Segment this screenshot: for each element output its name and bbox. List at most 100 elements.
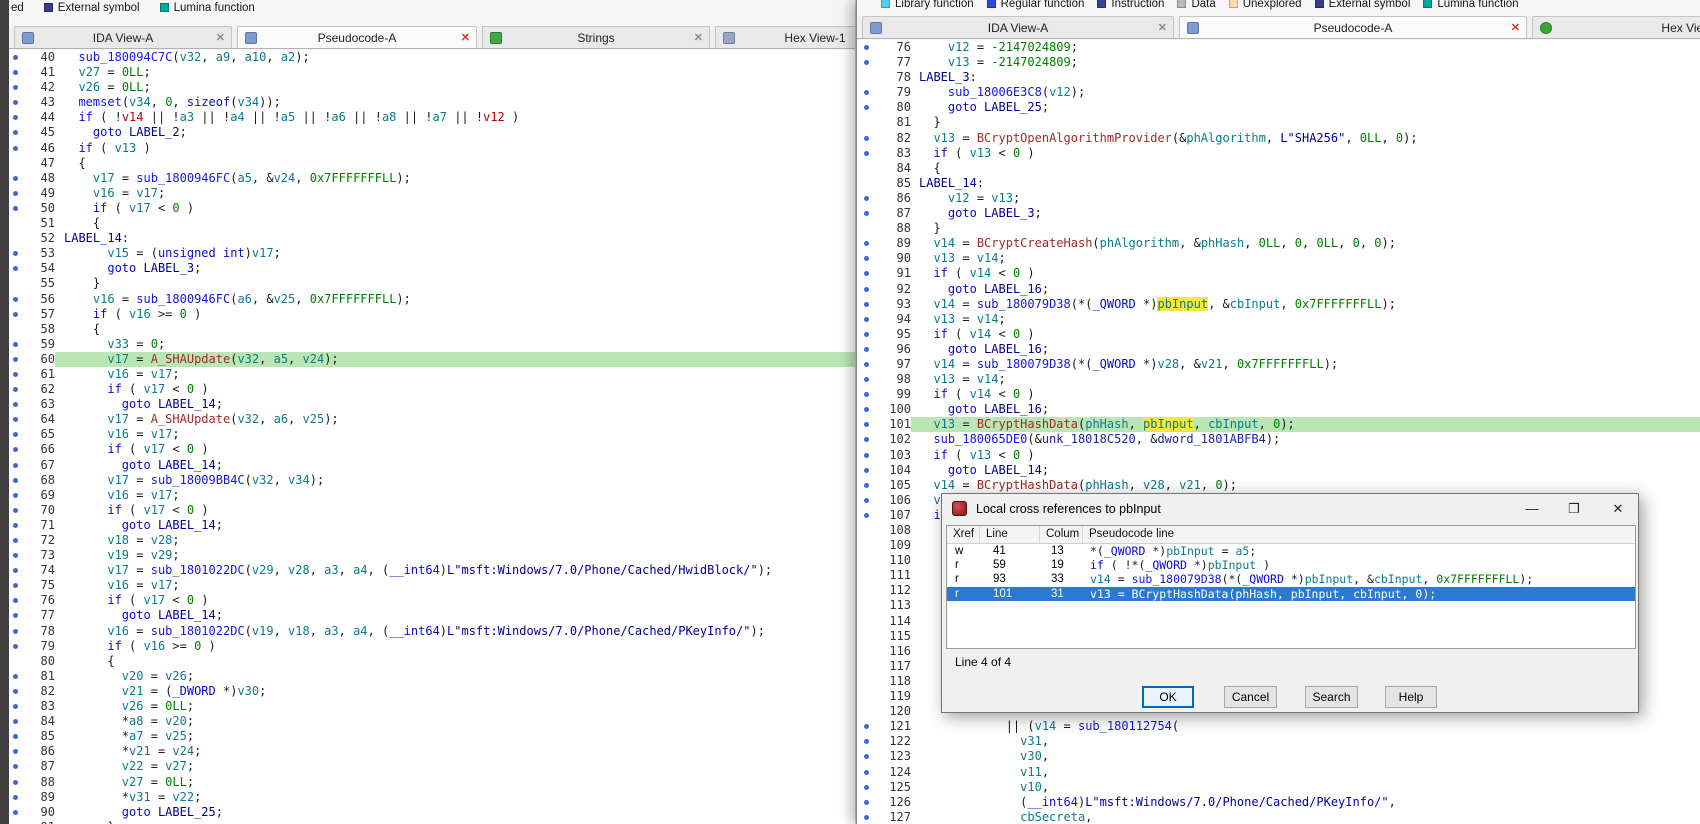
code-line[interactable]: 85LABEL_14:	[857, 176, 1700, 191]
code-line[interactable]: 40 sub_180094C7C(v32, a9, a10, a2);	[9, 50, 855, 65]
code-line[interactable]: 77 v13 = -2147024809;	[857, 55, 1700, 70]
code-line[interactable]: 78 v16 = sub_1801022DC(v19, v18, a3, a4,…	[9, 624, 855, 639]
code-line[interactable]: 63 goto LABEL_14;	[9, 397, 855, 412]
code-line[interactable]: 64 v17 = A_SHAUpdate(v32, a6, v25);	[9, 412, 855, 427]
code-line[interactable]: 47 {	[9, 156, 855, 171]
code-line[interactable]: 105 v14 = BCryptHashData(phHash, v28, v2…	[857, 478, 1700, 493]
search-button[interactable]: Search	[1305, 686, 1358, 708]
code-line[interactable]: 74 v17 = sub_1801022DC(v29, v28, a3, a4,…	[9, 563, 855, 578]
tab-strings[interactable]: Strings✕	[482, 26, 710, 48]
code-line[interactable]: 82 v21 = (_DWORD *)v30;	[9, 684, 855, 699]
code-line[interactable]: 84 {	[857, 161, 1700, 176]
code-line[interactable]: 122 v31,	[857, 734, 1700, 749]
code-line[interactable]: 86 v12 = v13;	[857, 191, 1700, 206]
code-line[interactable]: 87 v22 = v27;	[9, 759, 855, 774]
tab-pseudocode-a[interactable]: Pseudocode-A✕	[1179, 16, 1527, 38]
code-line[interactable]: 43 memset(v34, 0, sizeof(v34));	[9, 95, 855, 110]
ok-button[interactable]: OK	[1142, 686, 1194, 708]
xref-row[interactable]: r9333v14 = sub_180079D38(*(_QWORD *)pbIn…	[947, 572, 1635, 586]
code-line[interactable]: 78LABEL_3:	[857, 70, 1700, 85]
code-line[interactable]: 80 goto LABEL_25;	[857, 100, 1700, 115]
tab-pseudocode-a[interactable]: Pseudocode-A✕	[237, 26, 477, 48]
code-line[interactable]: 91 }	[9, 820, 855, 824]
code-line[interactable]: 101 v13 = BCryptHashData(phHash, pbInput…	[857, 417, 1700, 432]
code-line[interactable]: 104 goto LABEL_14;	[857, 463, 1700, 478]
tab-hex-view-1[interactable]: Hex View-1	[715, 26, 856, 48]
code-line[interactable]: 53 v15 = (unsigned int)v17;	[9, 246, 855, 261]
code-line[interactable]: 98 v13 = v14;	[857, 372, 1700, 387]
code-line[interactable]: 55 }	[9, 276, 855, 291]
code-line[interactable]: 61 v16 = v17;	[9, 367, 855, 382]
code-line[interactable]: 46 if ( v13 )	[9, 141, 855, 156]
tab-close-icon[interactable]: ✕	[694, 27, 703, 48]
code-line[interactable]: 44 if ( !v14 || !a3 || !a4 || !a5 || !a6…	[9, 110, 855, 125]
code-line[interactable]: 96 goto LABEL_16;	[857, 342, 1700, 357]
tab-close-icon[interactable]: ✕	[1511, 17, 1520, 38]
maximize-button[interactable]: ❐	[1557, 494, 1591, 523]
code-line[interactable]: 121 || (v14 = sub_180112754(	[857, 719, 1700, 734]
tab-close-icon[interactable]: ✕	[216, 27, 225, 48]
code-line[interactable]: 49 v16 = v17;	[9, 186, 855, 201]
code-line[interactable]: 80 {	[9, 654, 855, 669]
code-line[interactable]: 62 if ( v17 < 0 )	[9, 382, 855, 397]
code-line[interactable]: 87 goto LABEL_3;	[857, 206, 1700, 221]
code-line[interactable]: 45 goto LABEL_2;	[9, 125, 855, 140]
code-line[interactable]: 84 *a8 = v20;	[9, 714, 855, 729]
close-icon[interactable]: ✕	[1601, 494, 1635, 523]
code-line[interactable]: 73 v19 = v29;	[9, 548, 855, 563]
code-line[interactable]: 82 v13 = BCryptOpenAlgorithmProvider(&ph…	[857, 131, 1700, 146]
code-line[interactable]: 58 {	[9, 322, 855, 337]
code-line[interactable]: 56 v16 = sub_1800946FC(a6, &v25, 0x7FFFF…	[9, 292, 855, 307]
code-line[interactable]: 81 v20 = v26;	[9, 669, 855, 684]
code-line[interactable]: 125 v10,	[857, 780, 1700, 795]
code-line[interactable]: 66 if ( v17 < 0 )	[9, 442, 855, 457]
code-line[interactable]: 70 if ( v17 < 0 )	[9, 503, 855, 518]
xref-row[interactable]: w4113*(_QWORD *)pbInput = a5;	[947, 544, 1635, 558]
code-line[interactable]: 95 if ( v14 < 0 )	[857, 327, 1700, 342]
code-line[interactable]: 94 v13 = v14;	[857, 312, 1700, 327]
code-line[interactable]: 67 goto LABEL_14;	[9, 458, 855, 473]
code-line[interactable]: 88 }	[857, 221, 1700, 236]
code-line[interactable]: 79 sub_18006E3C8(v12);	[857, 85, 1700, 100]
code-line[interactable]: 79 if ( v16 >= 0 )	[9, 639, 855, 654]
code-line[interactable]: 103 if ( v13 < 0 )	[857, 448, 1700, 463]
code-line[interactable]: 90 goto LABEL_25;	[9, 805, 855, 820]
code-line[interactable]: 93 v14 = sub_180079D38(*(_QWORD *)pbInpu…	[857, 297, 1700, 312]
code-line[interactable]: 71 goto LABEL_14;	[9, 518, 855, 533]
code-line[interactable]: 68 v17 = sub_18009BB4C(v32, v34);	[9, 473, 855, 488]
tab-ida-view-a[interactable]: IDA View-A✕	[14, 26, 232, 48]
minimize-button[interactable]: —	[1515, 494, 1549, 523]
code-line[interactable]: 91 if ( v14 < 0 )	[857, 266, 1700, 281]
code-line[interactable]: 76 v12 = -2147024809;	[857, 40, 1700, 55]
code-line[interactable]: 83 if ( v13 < 0 )	[857, 146, 1700, 161]
code-line[interactable]: 85 *a7 = v25;	[9, 729, 855, 744]
code-line[interactable]: 48 v17 = sub_1800946FC(a5, &v24, 0x7FFFF…	[9, 171, 855, 186]
code-line[interactable]: 86 *v21 = v24;	[9, 744, 855, 759]
code-line[interactable]: 92 goto LABEL_16;	[857, 282, 1700, 297]
xref-row[interactable]: r10131v13 = BCryptHashData(phHash, pbInp…	[947, 587, 1635, 601]
code-line[interactable]: 123 v30,	[857, 749, 1700, 764]
code-line[interactable]: 90 v13 = v14;	[857, 251, 1700, 266]
code-line[interactable]: 69 v16 = v17;	[9, 488, 855, 503]
code-line[interactable]: 50 if ( v17 < 0 )	[9, 201, 855, 216]
code-line[interactable]: 41 v27 = 0LL;	[9, 65, 855, 80]
code-line[interactable]: 89 *v31 = v22;	[9, 790, 855, 805]
code-line[interactable]: 77 goto LABEL_14;	[9, 608, 855, 623]
tab-close-icon[interactable]: ✕	[1158, 17, 1167, 38]
code-line[interactable]: 102 sub_180065DE0(&unk_18018C520, &dword…	[857, 432, 1700, 447]
code-line[interactable]: 59 v33 = 0;	[9, 337, 855, 352]
code-line[interactable]: 75 v16 = v17;	[9, 578, 855, 593]
code-line[interactable]: 88 v27 = 0LL;	[9, 775, 855, 790]
tab-ida-view-a[interactable]: IDA View-A✕	[862, 16, 1174, 38]
code-line[interactable]: 89 v14 = BCryptCreateHash(phAlgorithm, &…	[857, 236, 1700, 251]
code-line[interactable]: 124 v11,	[857, 765, 1700, 780]
code-line[interactable]: 76 if ( v17 < 0 )	[9, 593, 855, 608]
code-line[interactable]: 97 v14 = sub_180079D38(*(_QWORD *)v28, &…	[857, 357, 1700, 372]
code-line[interactable]: 100 goto LABEL_16;	[857, 402, 1700, 417]
code-line[interactable]: 127 cbSecreta,	[857, 810, 1700, 824]
dialog-titlebar[interactable]: Local cross references to pbInput — ❐ ✕	[942, 494, 1638, 523]
code-line[interactable]: 81 }	[857, 115, 1700, 130]
cancel-button[interactable]: Cancel	[1224, 686, 1277, 708]
code-line[interactable]: 65 v16 = v17;	[9, 427, 855, 442]
help-button[interactable]: Help	[1385, 686, 1437, 708]
